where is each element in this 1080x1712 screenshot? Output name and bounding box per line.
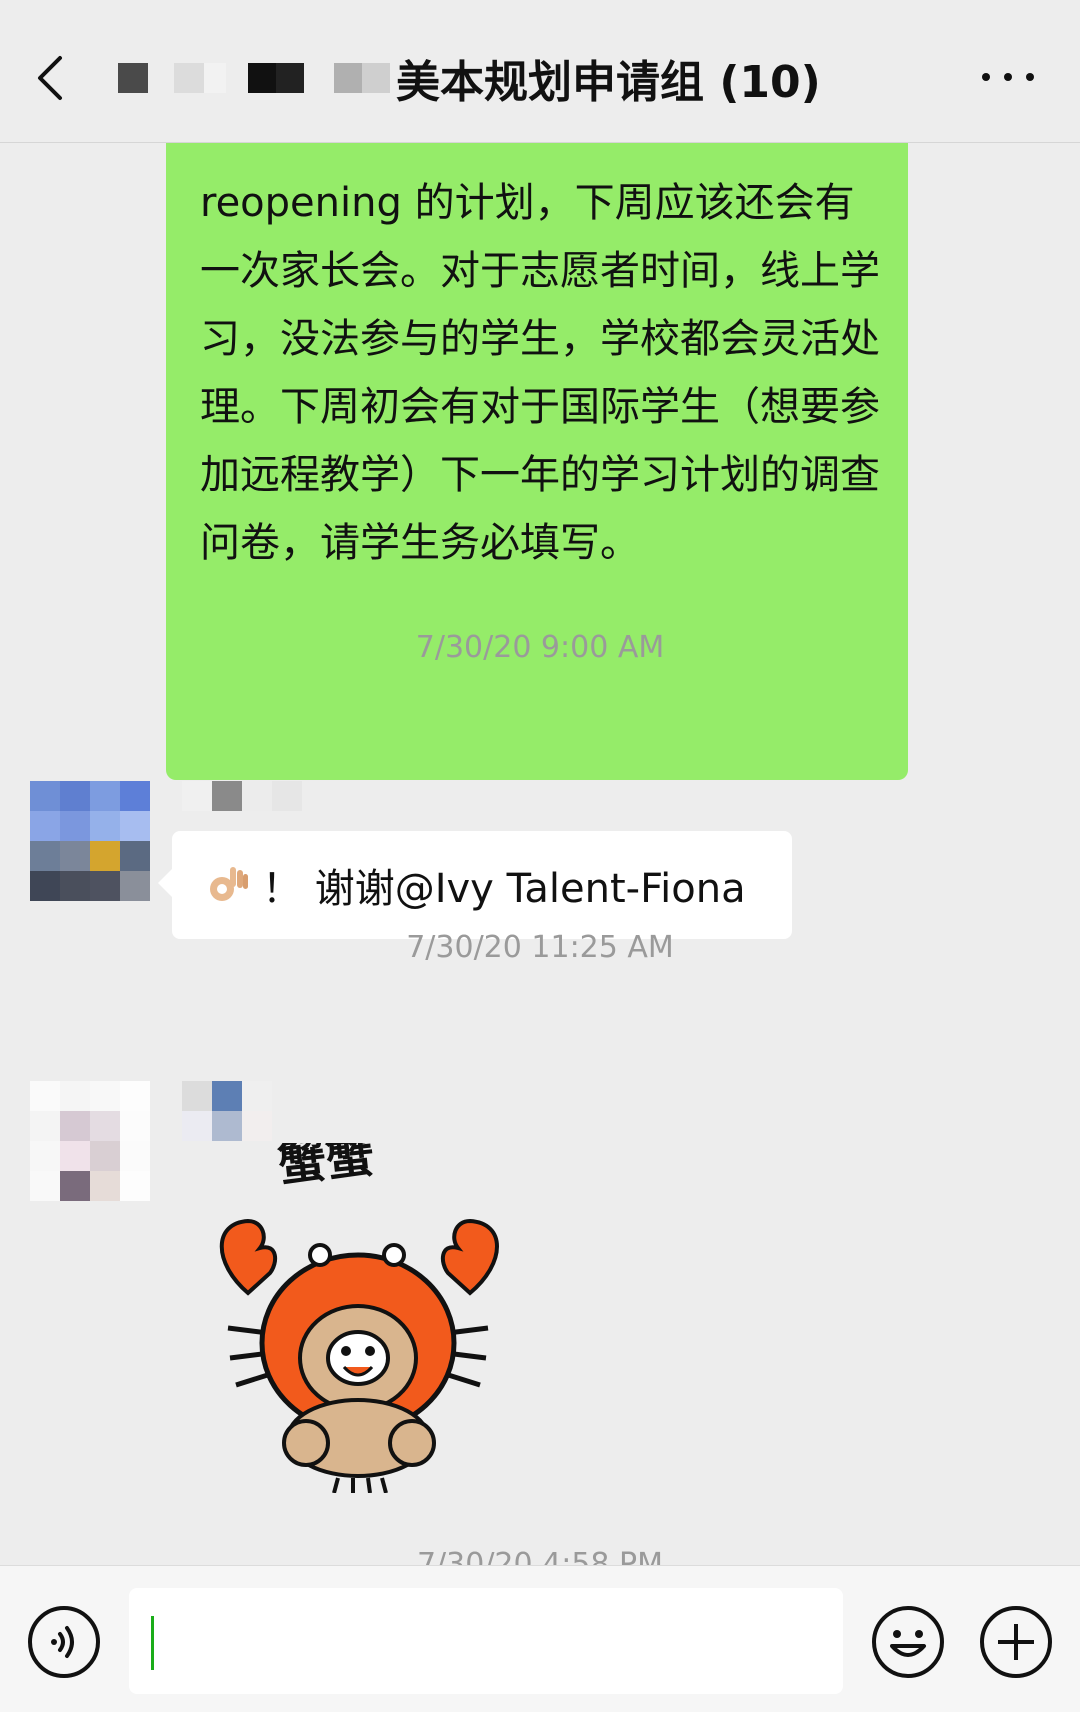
emoji-icon[interactable] — [870, 1604, 946, 1680]
timestamp: 7/30/20 9:00 AM — [415, 630, 665, 665]
outgoing-message-bubble[interactable]: reopening 的计划，下周应该还会有一次家长会。对于志愿者时间，线上学习，… — [166, 143, 908, 780]
chevron-left-icon[interactable] — [30, 50, 74, 106]
more-icon[interactable] — [976, 62, 1040, 92]
text-caret — [151, 1616, 154, 1670]
ok-hand-icon — [210, 867, 248, 901]
timestamp: 7/30/20 11:25 AM — [406, 930, 674, 965]
message-input[interactable] — [129, 1588, 843, 1694]
incoming-message-bubble[interactable]: ！ 谢谢@Ivy Talent-Fiona — [158, 831, 792, 939]
plus-icon[interactable] — [978, 1604, 1054, 1680]
sticker-text: 蟹蟹 — [275, 1143, 376, 1193]
voice-icon[interactable] — [26, 1604, 102, 1680]
avatar[interactable] — [30, 1081, 150, 1201]
chat-title-area: 美本规划申请组 (10) — [118, 40, 821, 116]
timestamp-partial: 7/30/20 4:58 PM — [416, 1547, 664, 1565]
input-bar — [0, 1565, 1080, 1712]
sender-name-redacted — [182, 1081, 272, 1141]
chat-header: 美本规划申请组 (10) — [0, 0, 1080, 143]
message-list[interactable]: reopening 的计划，下周应该还会有一次家长会。对于志愿者时间，线上学习，… — [0, 143, 1080, 1565]
avatar[interactable] — [30, 781, 150, 901]
sender-name-redacted — [182, 781, 302, 811]
redacted-name-mosaic — [118, 63, 390, 93]
page-title: 美本规划申请组 (10) — [396, 57, 821, 108]
crab-sticker[interactable]: 蟹蟹 — [208, 1143, 508, 1493]
message-text: ！ 谢谢@Ivy Talent-Fiona — [262, 866, 746, 912]
